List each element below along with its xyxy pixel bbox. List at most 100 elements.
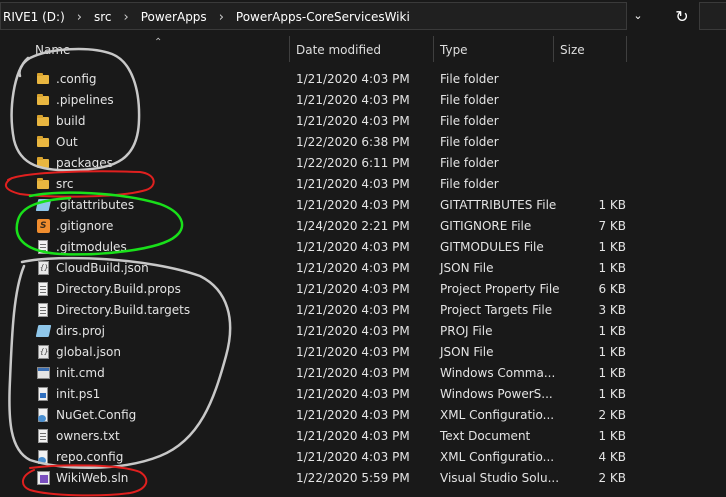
file-type: Text Document bbox=[440, 429, 531, 443]
breadcrumb-current-folder[interactable]: PowerApps-CoreServicesWiki bbox=[234, 10, 412, 24]
file-row[interactable]: {} global.json 1/21/2020 4:03 PM JSON File 1… bbox=[0, 342, 726, 363]
file-date-modified: 1/22/2020 5:59 PM bbox=[296, 471, 410, 485]
column-name[interactable]: Name bbox=[29, 34, 291, 64]
file-row[interactable]: build 1/21/2020 4:03 PM File folder bbox=[0, 111, 726, 132]
file-name: .gitignore bbox=[56, 219, 114, 233]
file-size: 1 KB bbox=[598, 198, 626, 212]
icon-part bbox=[40, 433, 46, 434]
icon-part bbox=[37, 94, 43, 97]
file-name: .pipelines bbox=[56, 93, 114, 107]
column-date-modified[interactable]: Date modified bbox=[290, 34, 433, 64]
xml-icon bbox=[35, 447, 51, 468]
breadcrumb-drive[interactable]: RIVE1 (D:) bbox=[1, 10, 67, 24]
icon-part bbox=[35, 199, 52, 211]
icon-part bbox=[37, 117, 49, 126]
file-date-modified: 1/21/2020 4:03 PM bbox=[296, 240, 410, 254]
ps-icon bbox=[35, 384, 51, 405]
file-row[interactable]: NuGet.Config 1/21/2020 4:03 PM XML Configu… bbox=[0, 405, 726, 426]
file-size: 2 KB bbox=[598, 471, 626, 485]
file-row[interactable]: Directory.Build.targets 1/21/2020 4:03 PM… bbox=[0, 300, 726, 321]
chevron-right-icon[interactable]: › bbox=[209, 10, 234, 25]
file-size: 4 KB bbox=[598, 450, 626, 464]
file-row[interactable]: .gitattributes 1/21/2020 4:03 PM GITATTRIB… bbox=[0, 195, 726, 216]
folder-icon bbox=[35, 90, 51, 111]
refresh-icon[interactable]: ↻ bbox=[668, 4, 696, 30]
icon-part bbox=[38, 282, 48, 296]
icon-part bbox=[37, 96, 49, 105]
file-date-modified: 1/21/2020 4:03 PM bbox=[296, 429, 410, 443]
doc-icon bbox=[35, 279, 51, 300]
icon-part bbox=[40, 307, 46, 308]
proj-icon bbox=[35, 321, 52, 342]
chevron-right-icon[interactable]: › bbox=[114, 10, 139, 25]
file-name: build bbox=[56, 114, 86, 128]
icon-part bbox=[40, 393, 46, 398]
sln-icon bbox=[35, 468, 51, 489]
file-name: src bbox=[56, 177, 74, 191]
file-date-modified: 1/21/2020 4:03 PM bbox=[296, 114, 410, 128]
icon-part bbox=[37, 73, 43, 76]
breadcrumb: RIVE1 (D:) › src › PowerApps › PowerApps… bbox=[1, 3, 412, 31]
folder-icon bbox=[35, 132, 51, 153]
doc-icon bbox=[35, 426, 51, 447]
column-size[interactable]: Size bbox=[554, 34, 626, 64]
icon-part bbox=[38, 303, 48, 317]
file-size: 1 KB bbox=[598, 261, 626, 275]
file-row[interactable]: {} CloudBuild.json 1/21/2020 4:03 PM JSON F… bbox=[0, 258, 726, 279]
file-size: 1 KB bbox=[598, 387, 626, 401]
file-date-modified: 1/21/2020 4:03 PM bbox=[296, 303, 410, 317]
breadcrumb-powerapps[interactable]: PowerApps bbox=[139, 10, 209, 24]
file-size: 1 KB bbox=[598, 366, 626, 380]
file-type: Project Targets File bbox=[440, 303, 553, 317]
icon-part bbox=[37, 157, 43, 160]
file-date-modified: 1/21/2020 4:03 PM bbox=[296, 282, 410, 296]
chevron-right-icon[interactable]: › bbox=[67, 10, 92, 25]
file-date-modified: 1/21/2020 4:03 PM bbox=[296, 408, 410, 422]
file-row[interactable]: WikiWeb.sln 1/22/2020 5:59 PM Visual Studi… bbox=[0, 468, 726, 489]
file-size: 1 KB bbox=[598, 429, 626, 443]
file-name: packages bbox=[56, 156, 113, 170]
file-size: 3 KB bbox=[598, 303, 626, 317]
search-input[interactable] bbox=[699, 2, 726, 30]
breadcrumb-src[interactable]: src bbox=[92, 10, 114, 24]
icon-part bbox=[37, 159, 49, 168]
file-row[interactable]: packages 1/22/2020 6:11 PM File folder bbox=[0, 153, 726, 174]
file-row[interactable]: .pipelines 1/21/2020 4:03 PM File folder bbox=[0, 90, 726, 111]
file-date-modified: 1/21/2020 4:03 PM bbox=[296, 261, 410, 275]
json-icon: {} bbox=[35, 258, 51, 279]
icon-part: {} bbox=[40, 348, 49, 356]
chevron-down-icon[interactable]: ⌄ bbox=[631, 9, 645, 23]
file-name: repo.config bbox=[56, 450, 124, 464]
file-date-modified: 1/21/2020 4:03 PM bbox=[296, 345, 410, 359]
file-name: .gitmodules bbox=[56, 240, 127, 254]
file-date-modified: 1/21/2020 4:03 PM bbox=[296, 324, 410, 338]
file-date-modified: 1/21/2020 4:03 PM bbox=[296, 93, 410, 107]
file-row[interactable]: Out 1/22/2020 6:38 PM File folder bbox=[0, 132, 726, 153]
file-type: File folder bbox=[440, 114, 499, 128]
file-row[interactable]: dirs.proj 1/21/2020 4:03 PM PROJ File 1 KB bbox=[0, 321, 726, 342]
file-row[interactable]: Directory.Build.props 1/21/2020 4:03 PM Pr… bbox=[0, 279, 726, 300]
file-type: File folder bbox=[440, 156, 499, 170]
file-type: File folder bbox=[440, 135, 499, 149]
column-type[interactable]: Type bbox=[434, 34, 553, 64]
file-name: Out bbox=[56, 135, 78, 149]
icon-part bbox=[38, 457, 46, 464]
file-type: Windows Comma... bbox=[440, 366, 556, 380]
column-divider[interactable] bbox=[626, 36, 627, 62]
sublime-icon: S bbox=[35, 216, 51, 237]
address-box[interactable]: RIVE1 (D:) › src › PowerApps › PowerApps… bbox=[0, 2, 627, 30]
file-type: File folder bbox=[440, 177, 499, 191]
file-row[interactable]: init.cmd 1/21/2020 4:03 PM Windows Comma..… bbox=[0, 363, 726, 384]
file-row[interactable]: repo.config 1/21/2020 4:03 PM XML Configur… bbox=[0, 447, 726, 468]
file-date-modified: 1/21/2020 4:03 PM bbox=[296, 450, 410, 464]
file-row[interactable]: .config 1/21/2020 4:03 PM File folder bbox=[0, 69, 726, 90]
file-row[interactable]: S .gitignore 1/24/2020 2:21 PM GITIGNORE Fi… bbox=[0, 216, 726, 237]
proj-icon bbox=[35, 195, 52, 216]
file-row[interactable]: owners.txt 1/21/2020 4:03 PM Text Document… bbox=[0, 426, 726, 447]
file-row[interactable]: .gitmodules 1/21/2020 4:03 PM GITMODULES F… bbox=[0, 237, 726, 258]
file-size: 1 KB bbox=[598, 324, 626, 338]
file-name: .config bbox=[56, 72, 97, 86]
file-row[interactable]: init.ps1 1/21/2020 4:03 PM Windows PowerS.… bbox=[0, 384, 726, 405]
file-row[interactable]: src 1/21/2020 4:03 PM File folder bbox=[0, 174, 726, 195]
file-type: XML Configuratio... bbox=[440, 408, 555, 422]
